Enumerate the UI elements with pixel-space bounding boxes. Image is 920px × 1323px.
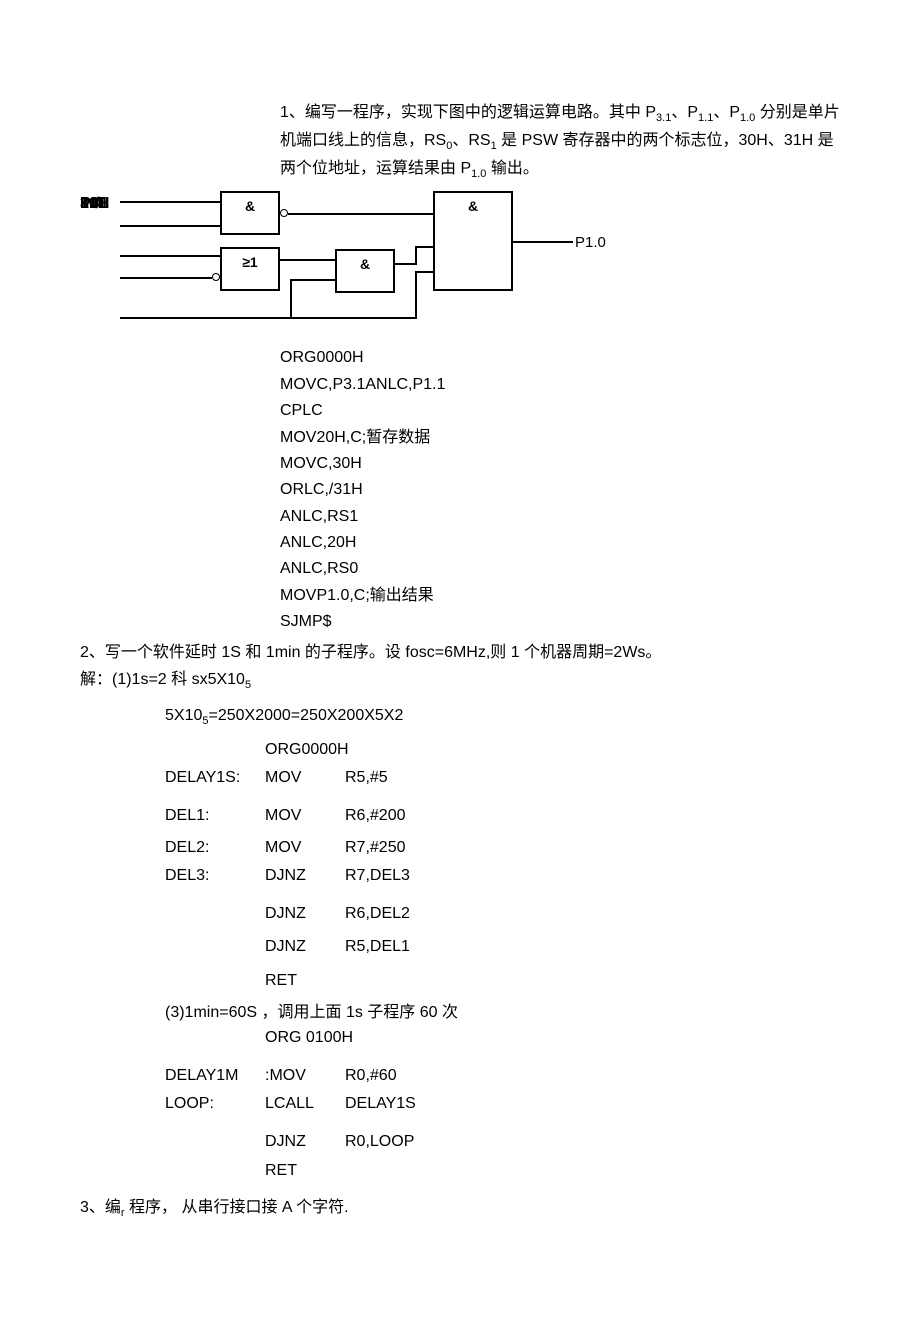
wire xyxy=(288,213,433,215)
wire xyxy=(280,259,335,261)
problem2-text: 2、写一个软件延时 1S 和 1min 的子程序。设 fosc=6MHz,则 1… xyxy=(80,640,840,666)
bubble-nand xyxy=(280,209,288,217)
label-p10: P1.0 xyxy=(575,231,606,255)
gate-and3: & xyxy=(433,191,513,291)
asm-block1: ORG0000H DELAY1S: MOV R5,#5 DEL1: MOV R6… xyxy=(165,737,840,994)
wire xyxy=(290,317,417,319)
asm-row: DELAY1M :MOV R0,#60 xyxy=(165,1063,840,1089)
asm-row: DEL1: MOV R6,#200 xyxy=(165,803,840,829)
part3-text: (3)1min=60S ，调用上面 1s 子程序 60 次 xyxy=(165,1000,840,1026)
wire xyxy=(120,201,220,203)
wire xyxy=(415,271,417,319)
problem2-solution-header: 解：(1)1s=2 科 sx5X105 xyxy=(80,667,840,695)
bubble-or-in xyxy=(212,273,220,281)
asm-block2: ORG 0100H DELAY1M :MOV R0,#60 LOOP: LCAL… xyxy=(165,1025,840,1183)
wire xyxy=(415,246,417,265)
org-line: ORG0000H xyxy=(265,737,840,763)
asm-row: RET xyxy=(165,968,840,994)
gate-and2: & xyxy=(335,249,395,293)
problem2-calc: 5X105=250X2000=250X200X5X2 xyxy=(165,703,840,731)
wire xyxy=(120,225,220,227)
wire xyxy=(290,279,335,281)
wire xyxy=(415,246,433,248)
wire xyxy=(120,317,290,319)
asm-row: DELAY1S: MOV R5,#5 xyxy=(165,765,840,791)
asm-row: DJNZ R5,DEL1 xyxy=(165,934,840,960)
wire xyxy=(415,271,433,273)
gate-and1: & xyxy=(220,191,280,235)
wire xyxy=(290,279,292,319)
problem3-text: 3、编r 程序， 从串行接口接 A 个字符. xyxy=(80,1195,840,1223)
wire xyxy=(120,277,212,279)
wire xyxy=(395,263,415,265)
gate-or1: ≥1 xyxy=(220,247,280,291)
asm-row: DJNZ R6,DEL2 xyxy=(165,901,840,927)
asm-row: DEL2: MOV R7,#250 xyxy=(165,835,840,861)
wire xyxy=(120,255,220,257)
asm-row: LOOP: LCALL DELAY1S xyxy=(165,1091,840,1117)
circuit-diagram: P31 PI/I 30H 31H 1 & ≥1 & & P1.0 xyxy=(80,191,640,341)
asm-row: DJNZ R0,LOOP xyxy=(165,1129,840,1155)
asm-row: RET xyxy=(165,1158,840,1184)
problem1-text: 1、编写一程序，实现下图中的逻辑运算电路。其中 P3.1、P1.1、P1.0 分… xyxy=(280,100,840,183)
problem1-code: ORG0000H MOVC,P3.1ANLC,P1.1 CPLC MOV20H,… xyxy=(280,345,840,635)
wire xyxy=(513,241,573,243)
org2-line: ORG 0100H xyxy=(265,1025,840,1051)
asm-row: DEL3: DJNZ R7,DEL3 xyxy=(165,863,840,889)
label-1: 1 xyxy=(80,191,89,217)
